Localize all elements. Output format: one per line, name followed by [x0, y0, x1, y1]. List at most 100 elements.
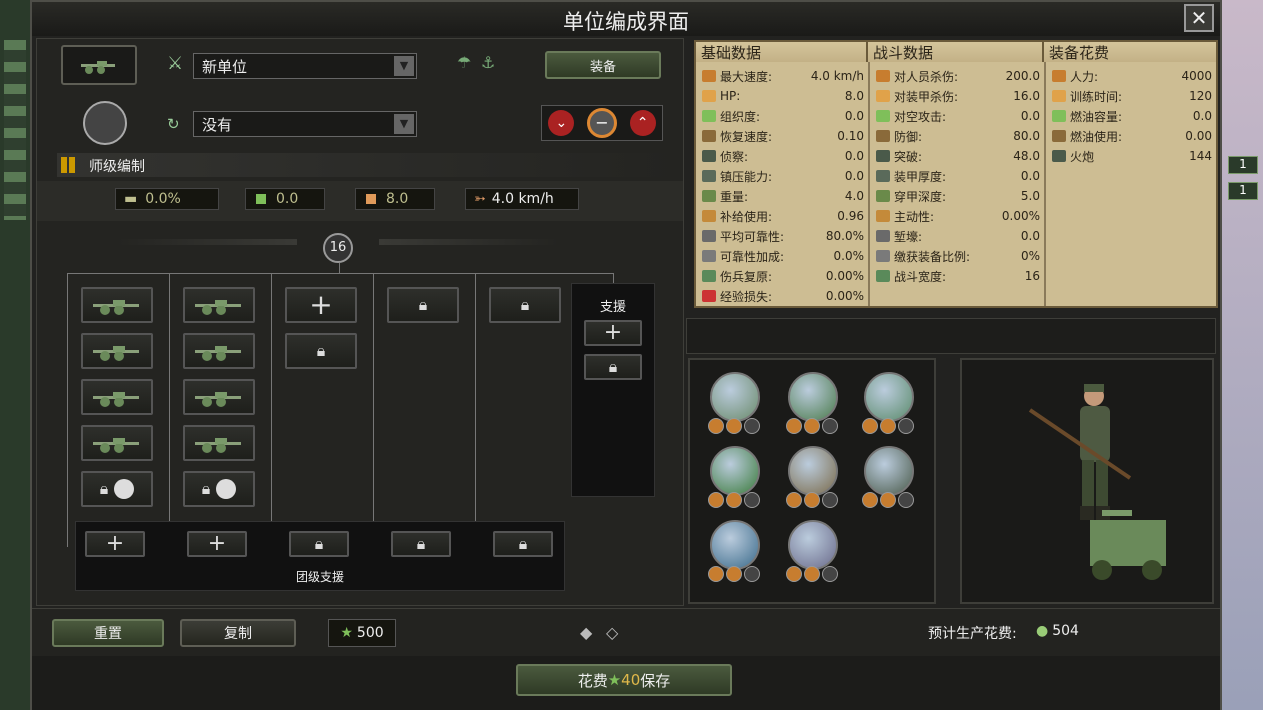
stat-value: 144: [1189, 149, 1212, 163]
terrain-icon[interactable]: [710, 372, 760, 422]
terrain-icon[interactable]: [788, 520, 838, 570]
basic-stat-row: 镇压能力: 0.0: [696, 166, 868, 186]
chevron-down-icon[interactable]: ▼: [394, 56, 414, 76]
plus-icon: +: [309, 288, 333, 321]
lock-icon: 🔒︎: [99, 479, 109, 498]
support-add-slot[interactable]: +: [584, 320, 642, 346]
terrain-icon[interactable]: [788, 446, 838, 496]
plus-icon: +: [105, 531, 125, 556]
stat-icon: [702, 130, 716, 142]
movement-icon: [862, 492, 878, 508]
artillery-battalion-slot[interactable]: [81, 287, 153, 323]
defense-icon: [898, 418, 914, 434]
cost-stats-list: 人力: 4000 训练时间: 120 燃油容量: 0.0 燃油使用: 0.00 火炮 144: [1046, 66, 1216, 306]
terrain-modifier-icons: [862, 418, 914, 436]
copy-button[interactable]: 复制: [180, 619, 296, 647]
artillery-icon: [93, 300, 139, 315]
artillery-battalion-slot[interactable]: [183, 379, 255, 415]
grid-icon: [61, 157, 77, 173]
movement-icon: [708, 418, 724, 434]
defense-icon: [898, 492, 914, 508]
chevron-down-icon[interactable]: ▼: [394, 114, 414, 134]
production-cost-label: 预计生产花费:: [928, 626, 1017, 642]
stat-icon: [702, 90, 716, 102]
terrain-modifier-icons: [708, 492, 760, 510]
stat-value: 8.0: [844, 89, 864, 103]
stat-icon: [876, 190, 890, 202]
grid-line: [373, 273, 374, 547]
template-select[interactable]: 没有 ▼: [193, 111, 417, 137]
basic-stat-row: 补给使用: 0.96: [696, 206, 868, 226]
terrain-modifier-icons: [786, 566, 838, 584]
unit-icon-button[interactable]: [61, 45, 137, 85]
terrain-icon[interactable]: [788, 372, 838, 422]
stat-value: 120: [1189, 89, 1212, 103]
support-column: 支援 + 🔒︎: [571, 283, 655, 497]
attack-icon: [880, 418, 896, 434]
defense-icon: [744, 418, 760, 434]
stat-label: 对人员杀伤:: [894, 69, 959, 84]
artillery-battalion-slot[interactable]: [183, 425, 255, 461]
combat-stat-row: 防御: 80.0: [870, 126, 1044, 146]
artillery-battalion-slot[interactable]: [81, 425, 153, 461]
grid-line: [169, 273, 170, 547]
stat-icon: [1052, 150, 1066, 162]
stat-icon: [702, 190, 716, 202]
terrain-icon[interactable]: [864, 446, 914, 496]
equipment-button[interactable]: 装备: [545, 51, 661, 79]
stat-icon: [876, 170, 890, 182]
combat-stat-row: 缴获装备比例: 0%: [870, 246, 1044, 266]
priority-up-icon[interactable]: ⌃: [629, 110, 656, 136]
stat-label: HP:: [720, 89, 741, 103]
template-icon[interactable]: [83, 101, 127, 145]
artillery-battalion-slot[interactable]: [81, 333, 153, 369]
basic-stat-row: 最大速度: 4.0 km/h: [696, 66, 868, 86]
artillery-battalion-slot[interactable]: [81, 379, 153, 415]
regiment-support-add-slot[interactable]: +: [85, 531, 145, 557]
plus-icon: +: [603, 320, 623, 345]
star-icon: ★: [340, 625, 353, 641]
regiment-support-locked-slot: 🔒︎: [289, 531, 349, 557]
combat-stat-row: 穿甲深度: 5.0: [870, 186, 1044, 206]
plus-icon: +: [207, 531, 227, 556]
map-unit-badge[interactable]: 1: [1228, 182, 1258, 200]
artillery-icon: [93, 346, 139, 361]
defense-icon: [744, 492, 760, 508]
unit-name-input[interactable]: 新单位 ▼: [193, 53, 417, 79]
stat-label: 平均可靠性:: [720, 229, 785, 244]
basic-stat-row: 恢复速度: 0.10: [696, 126, 868, 146]
priority-down-icon[interactable]: ⌄: [548, 110, 575, 136]
close-icon[interactable]: ✕: [1184, 4, 1214, 32]
stat-label: 侦察:: [720, 149, 749, 164]
combat-stat-row: 对装甲杀伤: 16.0: [870, 86, 1044, 106]
stat-icon: [1052, 70, 1066, 82]
add-battalion-slot[interactable]: +: [285, 287, 357, 323]
terrain-icon[interactable]: [710, 520, 760, 570]
map-edge-right: [1222, 0, 1263, 710]
terrain-icon[interactable]: [864, 372, 914, 422]
star-icon: ★: [607, 671, 622, 689]
priority-reset-icon[interactable]: −: [586, 108, 617, 138]
combat-stat-row: 对人员杀伤: 200.0: [870, 66, 1044, 86]
save-button[interactable]: 花费 ★ 40 保存: [516, 664, 732, 696]
terrain-icon[interactable]: [710, 446, 760, 496]
organization-summary: ▬ 0.0%: [115, 188, 219, 210]
basic-stats-title: 基础数据: [696, 42, 868, 62]
combat-stat-row: 战斗宽度: 16: [870, 266, 1044, 286]
artillery-battalion-slot[interactable]: [183, 333, 255, 369]
division-section-title: 师级编制: [89, 159, 145, 175]
artillery-battalion-slot[interactable]: [183, 287, 255, 323]
artillery-icon: [81, 61, 115, 74]
stat-label: 战斗宽度:: [894, 269, 947, 284]
combat-stat-row: 堑壕: 0.0: [870, 226, 1044, 246]
eagle-wing-right: [379, 239, 559, 245]
stat-icon: [702, 110, 716, 122]
regiment-support-add-slot[interactable]: +: [187, 531, 247, 557]
division-section-header: 师级编制: [57, 153, 677, 177]
terrain-modifier-icons: [786, 418, 838, 436]
defense-icon: [822, 566, 838, 582]
map-unit-badge[interactable]: 1: [1228, 156, 1258, 174]
stat-value: 0.00%: [1001, 209, 1040, 223]
reset-button[interactable]: 重置: [52, 619, 164, 647]
stat-icon: [876, 150, 890, 162]
